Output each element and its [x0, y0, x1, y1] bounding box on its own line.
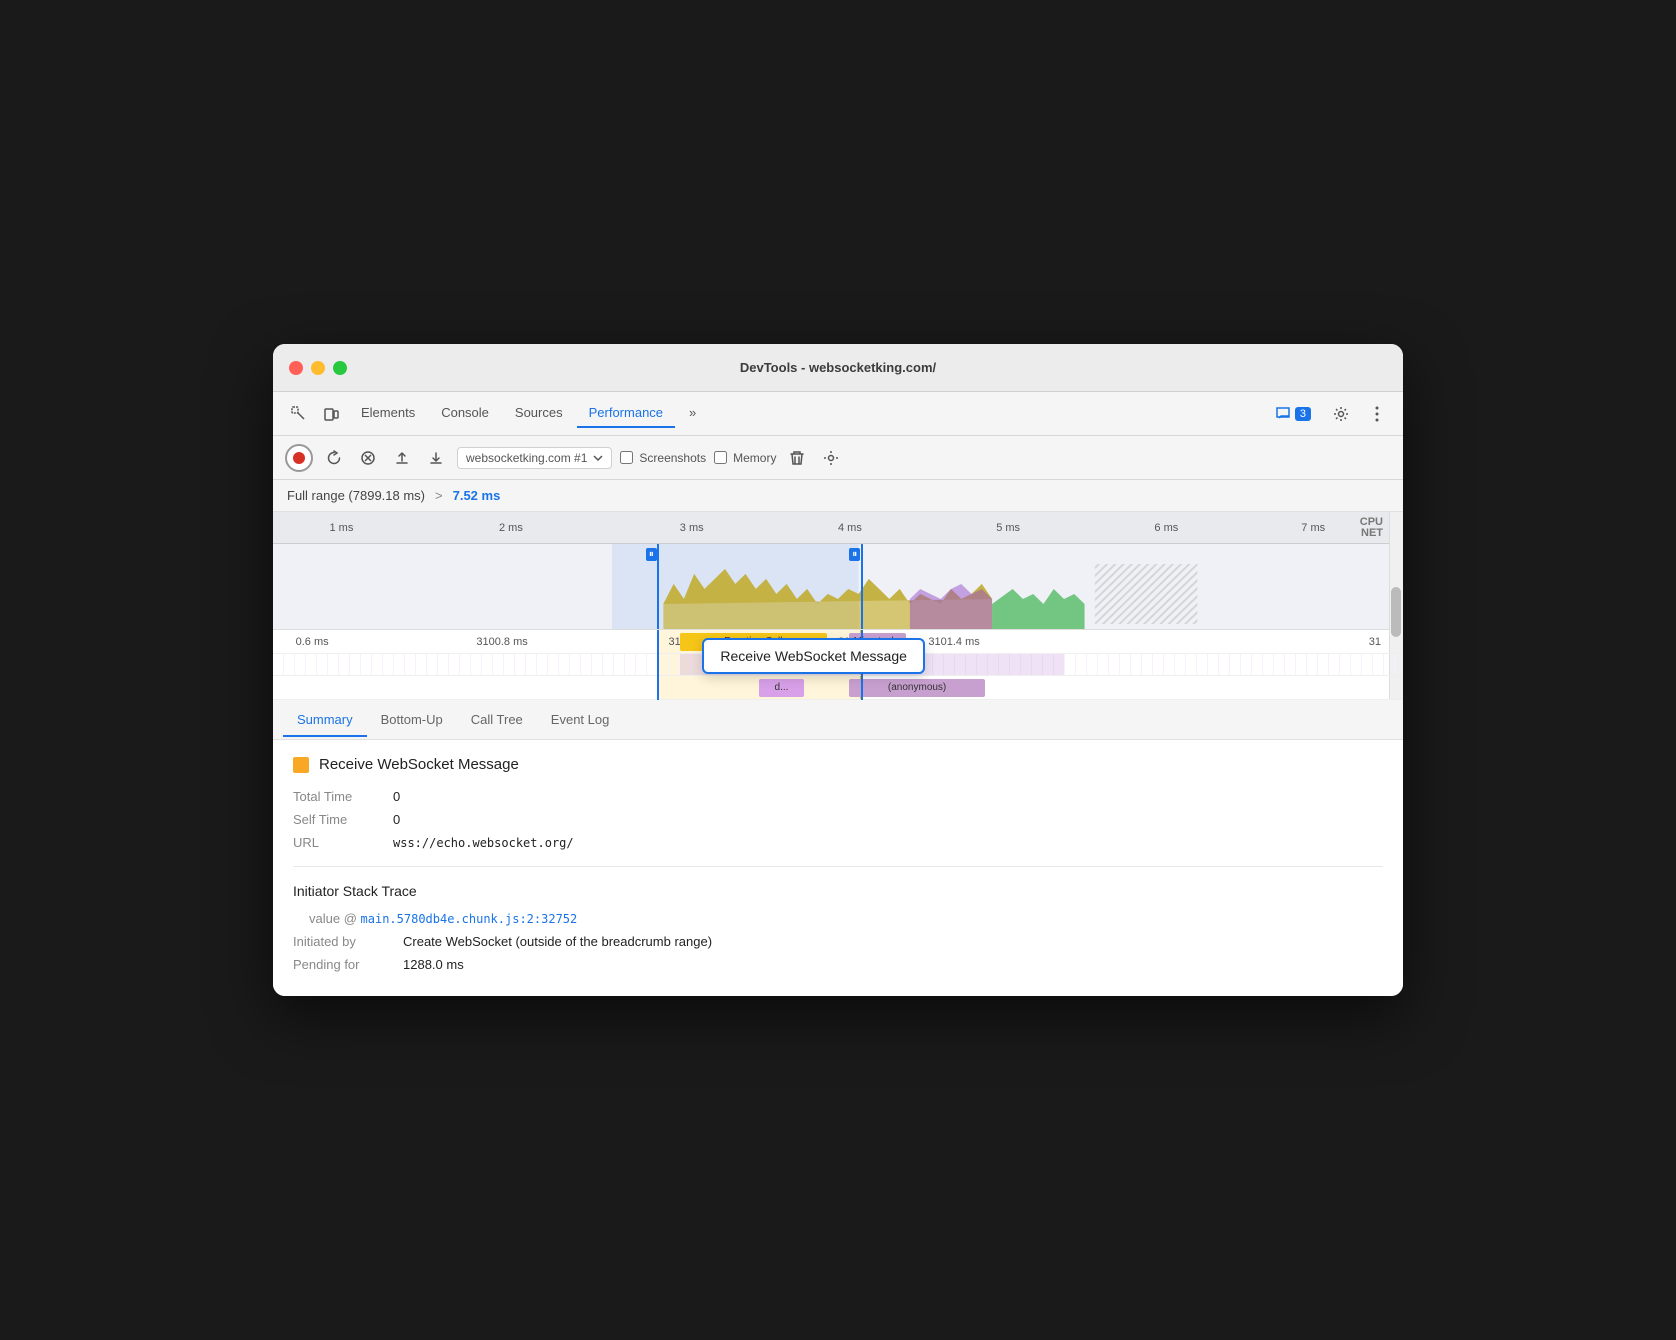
track-label-5: 3101.4 ms [928, 636, 979, 648]
title-bar: DevTools - websocketking.com/ [273, 344, 1403, 392]
stack-item-label: value @ [309, 911, 357, 926]
pause-icon-left: ⏸ [646, 548, 657, 561]
url-value: wss://echo.websocket.org/ [393, 836, 574, 850]
summary-divider [293, 866, 1383, 867]
perf-timeline: 1 ms 2 ms 3 ms 4 ms 5 ms 6 ms 7 ms CPU N… [273, 512, 1403, 700]
memory-label: Memory [733, 451, 776, 465]
summary-event-icon [293, 757, 309, 773]
maximize-button[interactable] [333, 361, 347, 375]
tab-console[interactable]: Console [429, 399, 501, 428]
record-dot-icon [293, 452, 305, 464]
screenshots-label: Screenshots [639, 451, 706, 465]
stack-item-link[interactable]: main.5780db4e.chunk.js:2:32752 [361, 912, 578, 926]
d-label: d... [775, 682, 789, 693]
screenshots-checkbox[interactable] [620, 451, 633, 464]
tooltip-popup: Receive WebSocket Message [702, 638, 925, 674]
ruler-7ms: 7 ms [1301, 522, 1325, 534]
url-row: URL wss://echo.websocket.org/ [293, 835, 1383, 850]
devtools-window: DevTools - websocketking.com/ Elements C… [273, 344, 1403, 996]
record-button[interactable] [285, 444, 313, 472]
total-time-label: Total Time [293, 789, 393, 804]
track-label-2: 3100.8 ms [476, 636, 527, 648]
tab-performance[interactable]: Performance [577, 399, 675, 428]
device-mode-icon[interactable] [317, 400, 345, 428]
settings-icon[interactable] [1327, 400, 1355, 428]
self-time-value: 0 [393, 812, 400, 827]
tab-more[interactable]: » [677, 399, 708, 428]
ruler-6ms: 6 ms [1154, 522, 1178, 534]
initiated-by-row: Initiated by Create WebSocket (outside o… [293, 934, 1383, 949]
ruler-1ms: 1 ms [330, 522, 354, 534]
url-selector-text: websocketking.com #1 [466, 451, 587, 465]
tab-summary[interactable]: Summary [283, 704, 367, 737]
total-time-value: 0 [393, 789, 400, 804]
ruler-2ms: 2 ms [499, 522, 523, 534]
more-options-icon[interactable] [1363, 400, 1391, 428]
cpu-chart-svg [273, 544, 1403, 629]
anonymous-label: (anonymous) [888, 682, 946, 693]
traffic-lights [289, 361, 347, 375]
memory-checkbox[interactable] [714, 451, 727, 464]
inspect-element-icon[interactable] [285, 400, 313, 428]
nav-tabs: Elements Console Sources Performance » [349, 399, 1263, 428]
track-sel-left [657, 630, 659, 700]
clear-button[interactable] [355, 445, 381, 471]
initiator-title: Initiator Stack Trace [293, 883, 1383, 899]
pause-icon-right: ⏸ [849, 548, 860, 561]
feedback-badge: 3 [1295, 407, 1311, 421]
download-button[interactable] [423, 445, 449, 471]
close-button[interactable] [289, 361, 303, 375]
url-label: URL [293, 835, 393, 850]
upload-button[interactable] [389, 445, 415, 471]
tooltip-text: Receive WebSocket Message [720, 648, 907, 664]
d-bar[interactable]: d... [759, 679, 804, 697]
initiated-by-label: Initiated by [293, 934, 403, 949]
range-bar: Full range (7899.18 ms) > 7.52 ms [273, 480, 1403, 512]
tab-call-tree[interactable]: Call Tree [457, 704, 537, 737]
perf-settings-icon[interactable] [818, 445, 844, 471]
track-label-6: 31 [1369, 636, 1381, 648]
selection-right-line [861, 544, 863, 629]
ruler-3ms: 3 ms [680, 522, 704, 534]
feedback-button[interactable]: 3 [1267, 402, 1319, 426]
stack-trace-row: value @ main.5780db4e.chunk.js:2:32752 [293, 911, 1383, 926]
tracks-container: 0.6 ms 3100.8 ms 3101.0 ms Function Call… [273, 629, 1403, 700]
nav-toolbar: Elements Console Sources Performance » 3 [273, 392, 1403, 436]
tab-bottom-up[interactable]: Bottom-Up [367, 704, 457, 737]
selected-range: 7.52 ms [453, 488, 501, 503]
total-time-row: Total Time 0 [293, 789, 1383, 804]
minimize-button[interactable] [311, 361, 325, 375]
toolbar-right: 3 [1267, 400, 1391, 428]
memory-checkbox-label[interactable]: Memory [714, 451, 776, 465]
summary-event-name: Receive WebSocket Message [319, 756, 519, 773]
pending-for-value: 1288.0 ms [403, 957, 464, 972]
track-row-3: d... (anonymous) [273, 676, 1403, 700]
range-chevron: > [435, 488, 443, 503]
ruler-5ms: 5 ms [996, 522, 1020, 534]
summary-title-row: Receive WebSocket Message [293, 756, 1383, 773]
tab-elements[interactable]: Elements [349, 399, 427, 428]
pending-for-row: Pending for 1288.0 ms [293, 957, 1383, 972]
screenshots-checkbox-label[interactable]: Screenshots [620, 451, 706, 465]
window-title: DevTools - websocketking.com/ [740, 360, 936, 375]
bottom-tabs: Summary Bottom-Up Call Tree Event Log [273, 700, 1403, 740]
selection-left-line [657, 544, 659, 629]
reload-record-button[interactable] [321, 445, 347, 471]
self-time-label: Self Time [293, 812, 393, 827]
tab-event-log[interactable]: Event Log [537, 704, 624, 737]
net-label: NET [1361, 527, 1383, 539]
tab-sources[interactable]: Sources [503, 399, 575, 428]
self-time-row: Self Time 0 [293, 812, 1383, 827]
anonymous-bar[interactable]: (anonymous) [849, 679, 985, 697]
initiated-by-value: Create WebSocket (outside of the breadcr… [403, 934, 712, 949]
perf-toolbar: websocketking.com #1 Screenshots Memory [273, 436, 1403, 480]
full-range-text: Full range (7899.18 ms) [287, 488, 425, 503]
url-selector[interactable]: websocketking.com #1 [457, 447, 612, 469]
ruler-4ms: 4 ms [838, 522, 862, 534]
track-label-1: 0.6 ms [296, 636, 329, 648]
pending-for-label: Pending for [293, 957, 403, 972]
summary-panel: Receive WebSocket Message Total Time 0 S… [273, 740, 1403, 996]
garbage-collect-icon[interactable] [784, 445, 810, 471]
